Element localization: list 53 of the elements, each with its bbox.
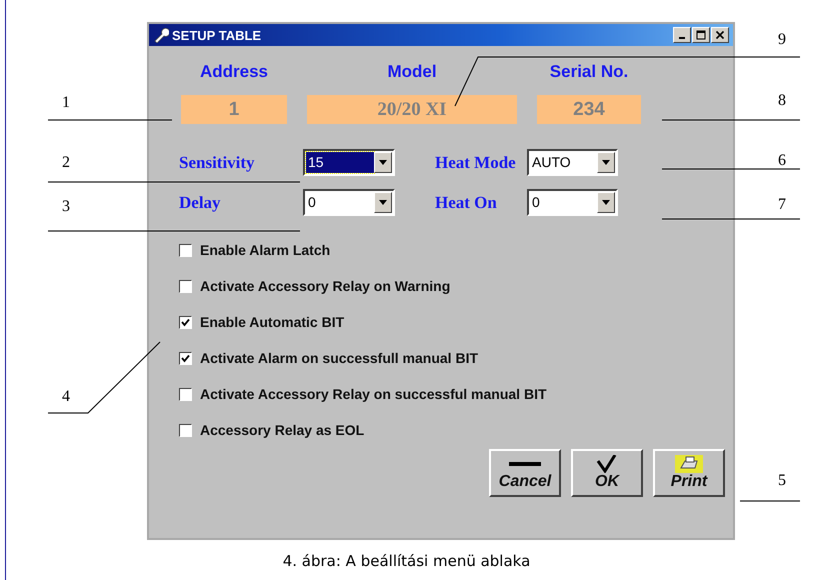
figure-caption: 4. ábra: A beállítási menü ablaka: [282, 552, 532, 570]
option-label: Enable Alarm Latch: [200, 242, 330, 258]
checkbox[interactable]: [179, 388, 192, 400]
caret-icon: [374, 192, 392, 213]
callout-number: 8: [778, 92, 786, 110]
ok-button[interactable]: OK: [571, 449, 643, 497]
setting-label: Heat Mode: [434, 152, 517, 172]
cancel-button[interactable]: Cancel: [489, 449, 561, 497]
callout-number: 7: [778, 196, 786, 214]
callout-number: 4: [62, 388, 70, 406]
minimize-button[interactable]: [673, 27, 691, 43]
dash-icon: [509, 462, 541, 466]
dropdown[interactable]: 15: [303, 149, 395, 176]
caret-icon: [597, 192, 615, 213]
field-label: Address: [200, 62, 268, 81]
option-label: Enable Automatic BIT: [200, 314, 344, 330]
setting-label: Sensitivity: [179, 152, 256, 172]
checkbox[interactable]: [179, 244, 192, 256]
checkbox[interactable]: [179, 280, 192, 292]
maximize-button[interactable]: [692, 27, 710, 43]
dropdown[interactable]: 0: [527, 189, 618, 216]
minimize-icon: [679, 37, 685, 39]
field-label: Model: [387, 62, 437, 81]
caret-icon: [374, 152, 392, 173]
dropdown[interactable]: 0: [303, 189, 395, 216]
value-field: 234: [537, 95, 641, 124]
callout-number: 3: [62, 198, 70, 216]
checkbox[interactable]: [179, 424, 192, 436]
callout-number: 1: [62, 94, 70, 112]
window-title: SETUP TABLE: [172, 28, 262, 42]
option-label: Activate Accessory Relay on successful manual BIT: [200, 386, 547, 402]
wrench-icon: [153, 27, 169, 43]
callout-number: 9: [778, 31, 786, 49]
checkbox[interactable]: [179, 316, 192, 328]
dropdown[interactable]: AUTO: [527, 149, 618, 176]
close-button[interactable]: [711, 27, 729, 43]
setting-label: Heat On: [434, 192, 498, 212]
callout-number: 2: [62, 154, 70, 172]
caret-icon: [597, 152, 615, 173]
print-button[interactable]: Print: [653, 449, 725, 497]
setting-label: Delay: [179, 192, 222, 212]
field-label: Serial No.: [550, 62, 628, 81]
checkbox[interactable]: [179, 352, 192, 364]
maximize-icon: [696, 30, 706, 40]
option-label: Activate Accessory Relay on Warning: [200, 278, 450, 294]
value-field: 20/20 XI: [307, 95, 517, 124]
leader-line: [740, 500, 800, 502]
option-label: Activate Alarm on successfull manual BIT: [200, 350, 478, 366]
close-icon: [715, 30, 725, 40]
value-field: 1: [181, 95, 287, 124]
callout-number: 5: [778, 472, 786, 490]
option-label: Accessory Relay as EOL: [200, 422, 364, 438]
callout-number: 6: [778, 152, 786, 170]
